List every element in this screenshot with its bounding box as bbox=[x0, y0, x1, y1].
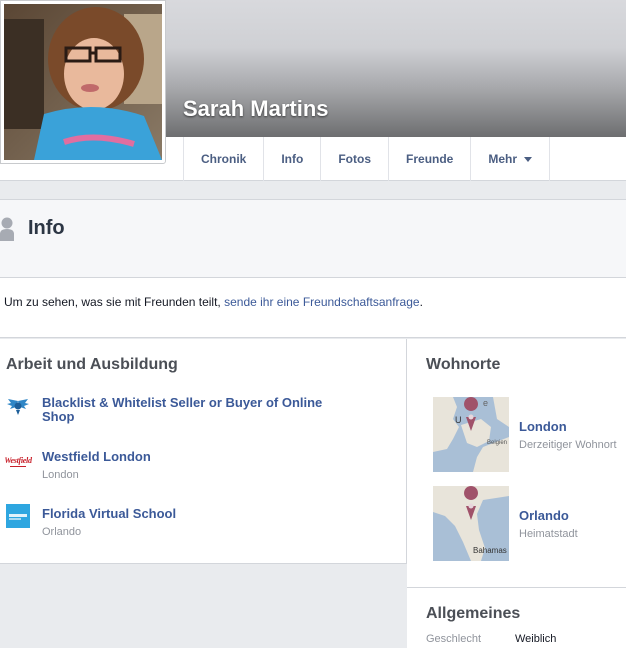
map-label: Bahamas bbox=[473, 546, 507, 555]
school-link[interactable]: Florida Virtual School bbox=[42, 507, 342, 521]
place-type-london: Derzeitiger Wohnort bbox=[519, 439, 617, 451]
friend-request-notice: Um zu sehen, was sie mit Freunden teilt,… bbox=[0, 278, 626, 338]
profile-picture[interactable] bbox=[0, 0, 166, 164]
westfield-logo-text: Westfield bbox=[4, 455, 32, 465]
places-section: Wohnorte U e Belgien London Derzeitiger … bbox=[407, 339, 626, 648]
london-map[interactable]: U e Belgien bbox=[433, 397, 509, 472]
place-item-orlando: Bahamas Orlando Heimatstadt bbox=[433, 486, 623, 562]
profile-photo bbox=[4, 4, 162, 160]
notice-end: . bbox=[419, 295, 423, 309]
section-title-work: Arbeit und Ausbildung bbox=[6, 356, 178, 373]
tab-fotos[interactable]: Fotos bbox=[320, 137, 388, 181]
tab-label: Fotos bbox=[338, 152, 372, 166]
work-education-section: Arbeit und Ausbildung Blacklist & Whitel… bbox=[0, 339, 407, 564]
tab-label: Info bbox=[281, 152, 304, 166]
workplace-location: London bbox=[42, 469, 79, 481]
place-link-london[interactable]: London bbox=[519, 419, 567, 434]
chevron-down-icon bbox=[524, 156, 533, 162]
notice-text: Um zu sehen, was sie mit Freunden teilt, bbox=[4, 295, 225, 309]
info-header: Info bbox=[0, 199, 626, 278]
map-label: Belgien bbox=[487, 440, 507, 446]
winged-logo-icon bbox=[7, 399, 29, 415]
map-label: U bbox=[455, 415, 462, 425]
map-label: e bbox=[483, 398, 488, 408]
section-title-places: Wohnorte bbox=[426, 356, 501, 373]
tab-label: Chronik bbox=[201, 152, 247, 166]
general-value: Weiblich bbox=[515, 633, 557, 645]
section-title-general: Allgemeines bbox=[426, 605, 521, 622]
florida-virtual-school-logo bbox=[6, 504, 30, 528]
tab-info[interactable]: Info bbox=[263, 137, 320, 181]
person-icon bbox=[0, 217, 14, 241]
page-title: Info bbox=[28, 217, 65, 239]
tab-label: Freunde bbox=[406, 152, 454, 166]
profile-name[interactable]: Sarah Martins bbox=[183, 96, 329, 122]
profile-tabs: Chronik Info Fotos Freunde Mehr bbox=[183, 137, 551, 181]
orlando-map[interactable]: Bahamas bbox=[433, 486, 509, 561]
workplace-link[interactable]: Blacklist & Whitelist Seller or Buyer of… bbox=[42, 396, 342, 424]
tab-freunde[interactable]: Freunde bbox=[388, 137, 470, 181]
school-location: Orlando bbox=[42, 526, 82, 538]
tab-chronik[interactable]: Chronik bbox=[183, 137, 263, 181]
general-key: Geschlecht bbox=[426, 633, 482, 645]
divider bbox=[407, 587, 626, 588]
friend-request-link[interactable]: sende ihr eine Freundschaftsanfrage bbox=[224, 295, 419, 309]
workplace-link[interactable]: Westfield London bbox=[42, 450, 342, 464]
place-link-orlando[interactable]: Orlando bbox=[519, 508, 569, 523]
place-type-orlando: Heimatstadt bbox=[519, 528, 578, 540]
tab-mehr[interactable]: Mehr bbox=[470, 137, 551, 181]
tab-label: Mehr bbox=[488, 152, 518, 166]
westfield-logo: Westfield bbox=[4, 449, 32, 473]
place-item-london: U e Belgien London Derzeitiger Wohnort bbox=[433, 397, 623, 473]
